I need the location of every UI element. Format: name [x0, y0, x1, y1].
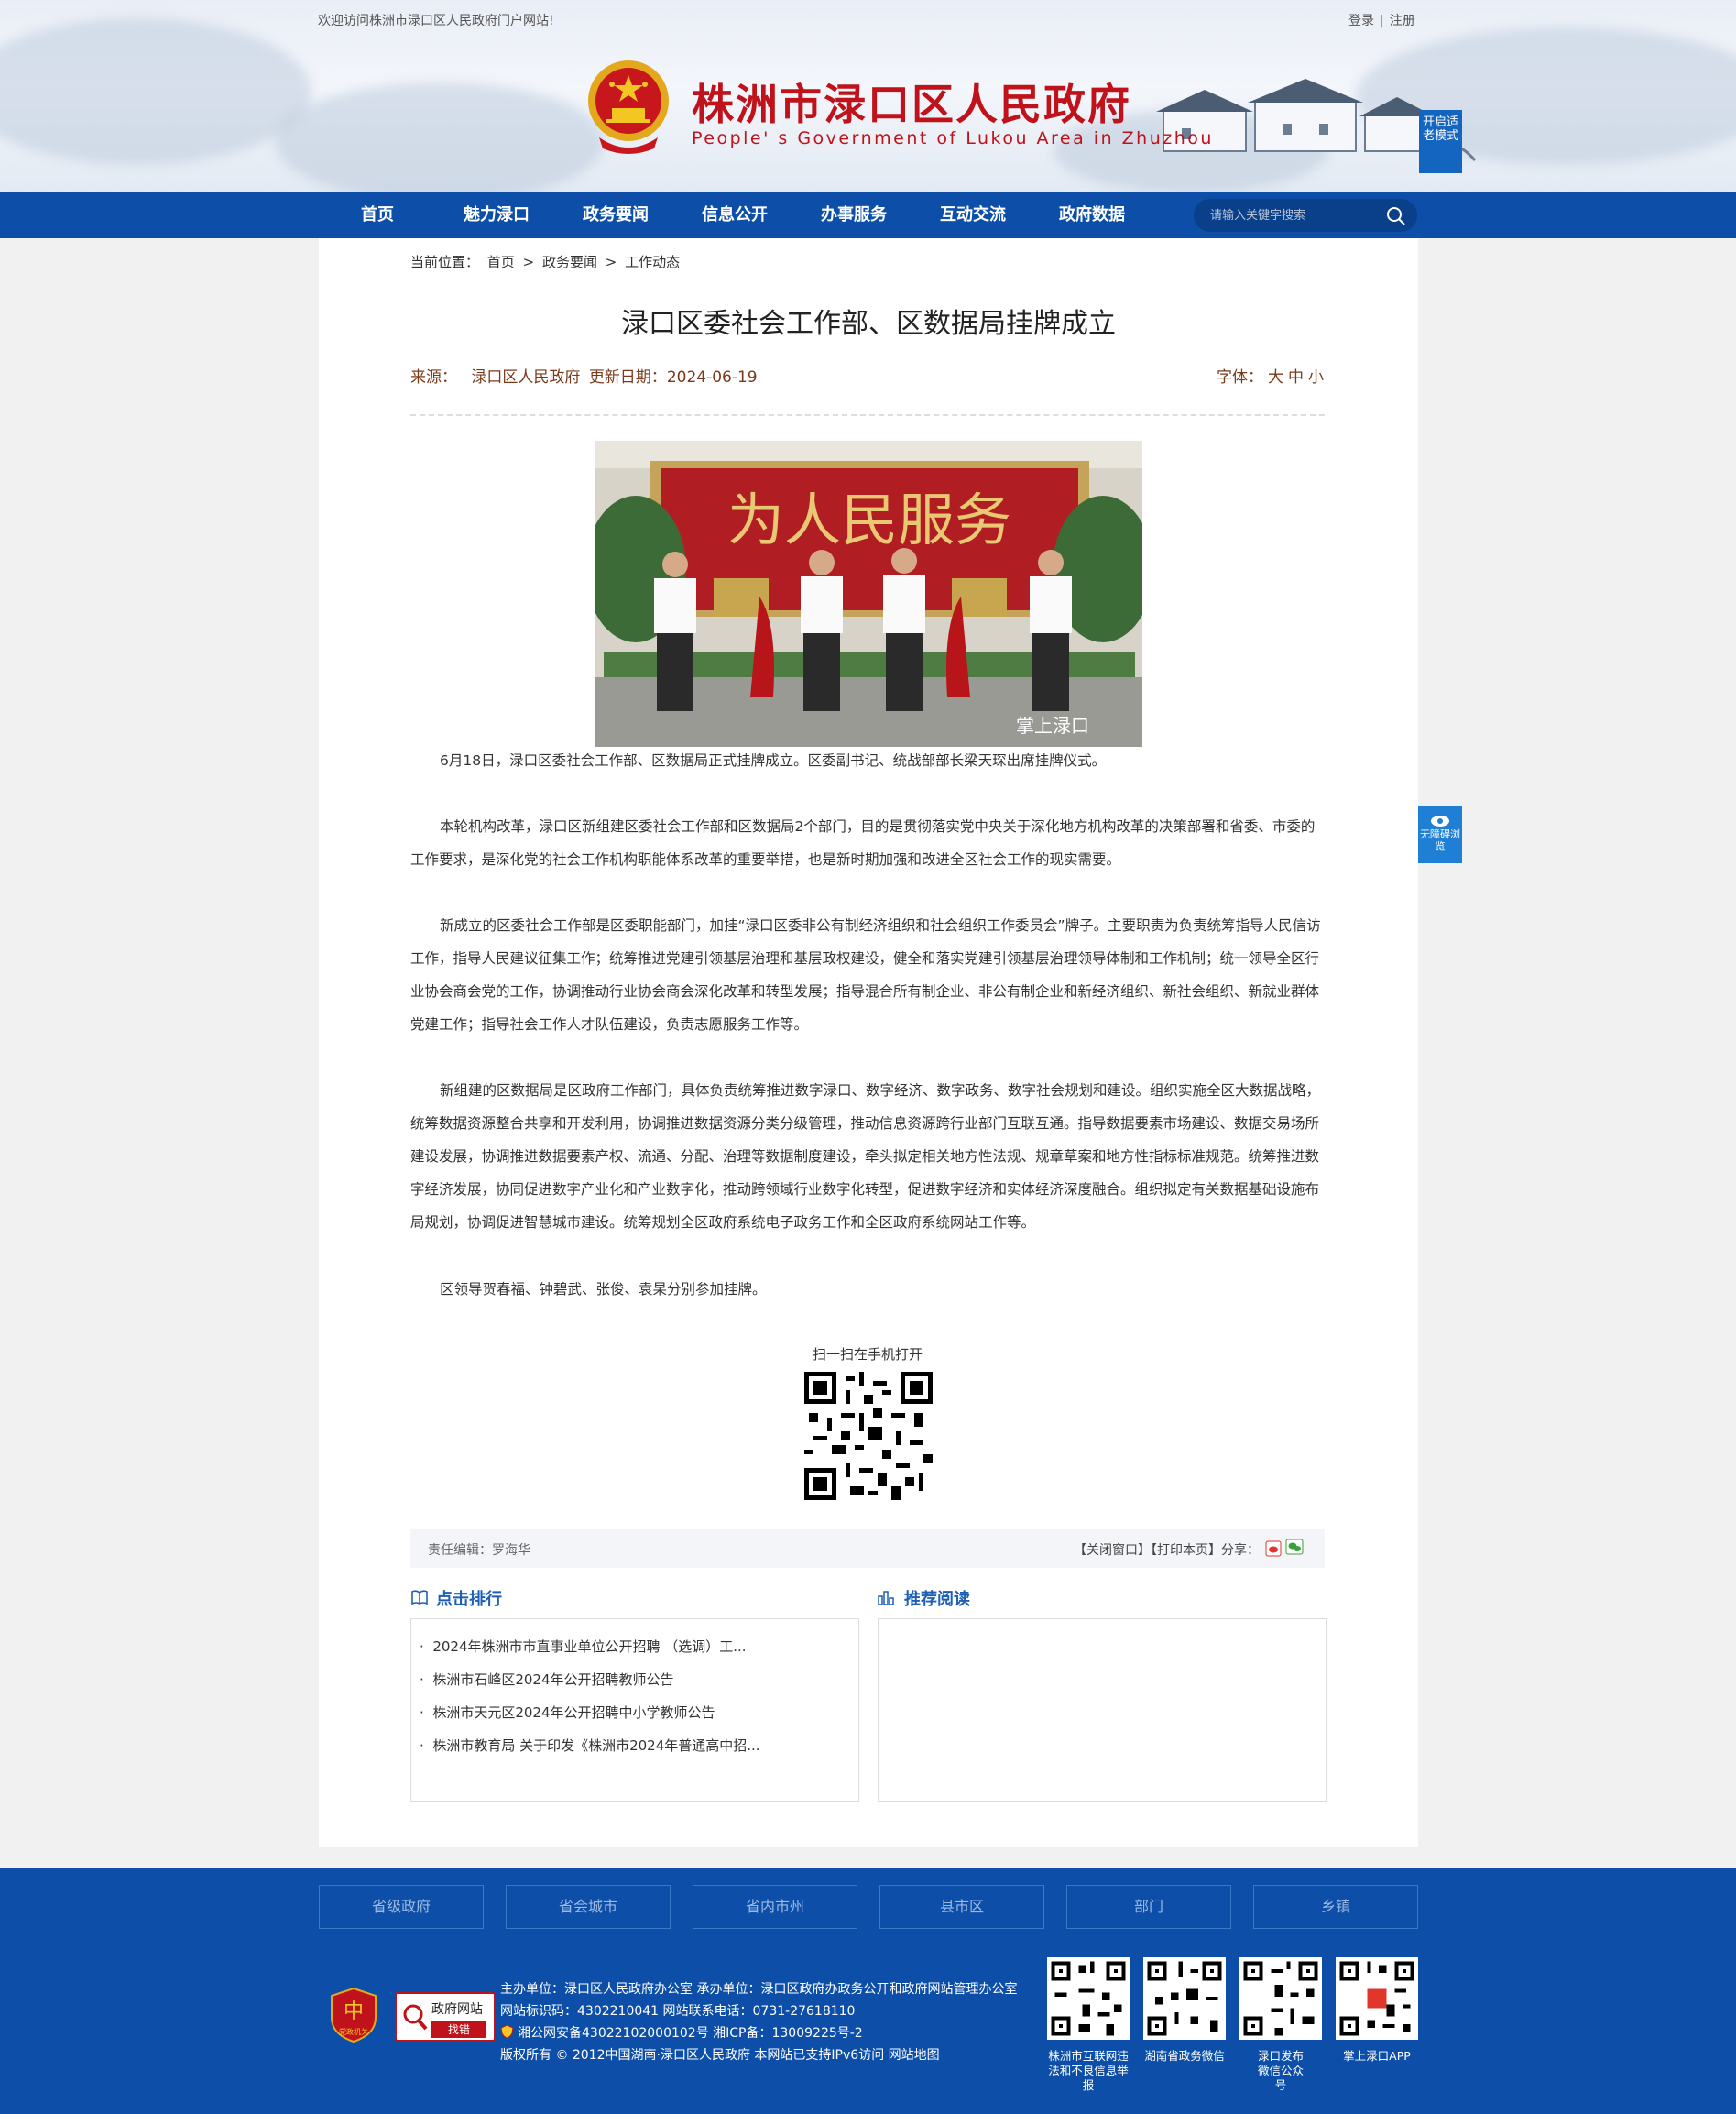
date-label: 更新日期：	[588, 368, 667, 387]
recommend-title: 推荐阅读	[904, 1590, 970, 1609]
source-value: 渌口区人民政府	[471, 368, 581, 387]
footer-qr-caption: 湖南省政务微信	[1144, 2049, 1225, 2063]
user-links: 登录 | 注册	[1348, 14, 1415, 28]
search-input[interactable]	[1210, 206, 1375, 225]
hot-item[interactable]: · 株洲市石峰区2024年公开招聘教师公告	[420, 1670, 674, 1689]
party-gov-badge-icon[interactable]: 中 党政机关	[330, 1987, 377, 2043]
elder-mode-button[interactable]: 开启适老模式	[1419, 110, 1462, 173]
nav-gov-data[interactable]: 政府数据	[1059, 192, 1125, 238]
footer-link-towns[interactable]: 乡镇	[1253, 1885, 1418, 1929]
breadcrumb-sep: >	[522, 254, 535, 270]
editor-name: 罗海华	[492, 1543, 530, 1558]
weibo-share-icon[interactable]	[1265, 1540, 1282, 1557]
editor-info: 责任编辑：罗海华	[428, 1540, 530, 1559]
book-icon	[411, 1590, 428, 1605]
footer-qr-caption: 渌口发布微信公众号	[1257, 2049, 1304, 2092]
site-title: 株洲市渌口区人民政府	[692, 80, 1131, 129]
photo-red-wall-calligraphy: 为人民服务	[727, 487, 1011, 553]
footer-qr-app	[1336, 1957, 1418, 2040]
article-qr-code	[804, 1372, 933, 1500]
nav-services[interactable]: 办事服务	[821, 192, 887, 238]
hot-ranking-title: 点击排行	[436, 1590, 502, 1609]
date-value: 2024-06-19	[666, 368, 758, 387]
main-nav: 首页 魅力渌口 政务要闻 信息公开 办事服务 互动交流 政府数据	[0, 192, 1736, 238]
footer-organizer: 主办单位：渌口区人民政府办公室 承办单位：渌口区政府办政务公开和政府网站管理办公…	[500, 1982, 1018, 1997]
font-medium[interactable]: 中	[1288, 368, 1304, 387]
print-page-link[interactable]: 【打印本页】	[1151, 1543, 1221, 1558]
font-label: 字体：	[1217, 368, 1263, 387]
source-label: 来源：	[410, 368, 457, 387]
article-paragraph: 新成立的区委社会工作部是区委职能部门，加挂“渌口区委非公有制经济组织和社会组织工…	[410, 917, 1321, 1033]
nav-info-public[interactable]: 信息公开	[702, 192, 768, 238]
national-emblem-icon	[588, 60, 669, 154]
eye-icon	[1431, 816, 1449, 827]
nav-home[interactable]: 首页	[361, 192, 394, 238]
font-large[interactable]: 大	[1268, 368, 1283, 387]
share-label: 分享：	[1221, 1543, 1260, 1558]
footer-icp[interactable]: 湘公网安备43022102000102号 湘ICP备：13009225号-2	[518, 2023, 863, 2042]
qr-label: 扫一扫在手机打开	[812, 1346, 923, 1363]
footer-site-id: 网站标识码：4302210041 网站联系电话：0731-27618110	[500, 2004, 856, 2019]
footer-link-departments[interactable]: 部门	[1066, 1885, 1231, 1929]
nav-charm[interactable]: 魅力渌口	[464, 192, 530, 238]
footer-qr-caption: 株洲市互联网违法和不良信息举报	[1048, 2049, 1129, 2092]
article-paragraph: 本轮机构改革，渌口区新组建区委社会工作部和区数据局2个部门，目的是贯彻落实党中央…	[410, 818, 1316, 868]
hot-item[interactable]: · 2024年株洲市市直事业单位公开招聘 （选调）工...	[420, 1637, 747, 1656]
breadcrumb-work[interactable]: 工作动态	[625, 254, 680, 270]
footer-link-capital[interactable]: 省会城市	[506, 1885, 671, 1929]
article-paragraph: 6月18日，渌口区委社会工作部、区数据局正式挂牌成立。区委副书记、统战部部长梁天…	[440, 752, 1107, 769]
font-small[interactable]: 小	[1308, 368, 1324, 387]
breadcrumb-news[interactable]: 政务要闻	[542, 254, 597, 270]
svg-text:党政机关: 党政机关	[339, 2027, 368, 2036]
hot-item[interactable]: · 株洲市天元区2024年公开招聘中小学教师公告	[420, 1703, 715, 1722]
login-link[interactable]: 登录	[1348, 14, 1374, 28]
bar-chart-icon	[878, 1591, 894, 1605]
article-paragraph: 区领导贺春福、钟碧武、张俊、袁杲分别参加挂牌。	[440, 1281, 767, 1298]
welcome-text: 欢迎访问株洲市渌口区人民政府门户网站!	[318, 14, 554, 28]
footer-qr-lukou-wechat	[1239, 1957, 1322, 2040]
breadcrumb-home[interactable]: 首页	[487, 254, 515, 270]
find-error-button: 找错	[431, 2021, 486, 2038]
recommend-box	[878, 1618, 1327, 1802]
article-ops: 【关闭窗口】【打印本页】分享：	[1074, 1540, 1260, 1559]
photo-watermark: 掌上渌口	[1016, 715, 1089, 737]
find-error-title: 政府网站	[431, 2002, 483, 2017]
find-error-badge[interactable]: 政府网站 找错	[395, 1992, 496, 2042]
share-icons	[1265, 1539, 1304, 1557]
breadcrumb-sep: >	[605, 254, 617, 270]
divider	[410, 414, 1325, 416]
site-subtitle: People' s Government of Lukou Area in Zh…	[692, 128, 1214, 148]
register-link[interactable]: 注册	[1390, 14, 1415, 28]
footer-qr-hunan-wechat	[1143, 1957, 1226, 2040]
search-box	[1194, 199, 1417, 232]
hot-item[interactable]: · 株洲市教育局 关于印发《株洲市2024年普通高中招...	[420, 1736, 760, 1755]
article-photo: 为人民服务 掌上渌口	[595, 441, 1142, 747]
footer-link-province[interactable]: 省级政府	[319, 1885, 484, 1929]
footer-link-counties[interactable]: 县市区	[879, 1885, 1044, 1929]
close-window-link[interactable]: 【关闭窗口】	[1074, 1543, 1151, 1558]
footer-qr-report	[1047, 1957, 1130, 2040]
search-icon[interactable]	[1385, 205, 1407, 227]
article-meta: 来源： 渌口区人民政府 更新日期：2024-06-19	[410, 364, 758, 387]
font-size-switch: 字体： 大中小	[1217, 364, 1324, 387]
magnifier-icon	[403, 2004, 428, 2031]
breadcrumb-label: 当前位置：	[410, 254, 480, 270]
article-title: 渌口区委社会工作部、区数据局挂牌成立	[621, 308, 1116, 340]
footer-qr-caption: 掌上渌口APP	[1343, 2049, 1411, 2063]
footer-link-cities[interactable]: 省内市州	[693, 1885, 857, 1929]
nav-news[interactable]: 政务要闻	[583, 192, 649, 238]
footer-copyright: 版权所有 © 2012中国湖南·渌口区人民政府 本网站已支持IPv6访问 网站地…	[500, 2048, 940, 2063]
editor-label: 责任编辑：	[428, 1543, 492, 1558]
police-badge-icon	[500, 2024, 514, 2039]
article-paragraph: 新组建的区数据局是区政府工作部门，具体负责统筹推进数字渌口、数字经济、数字政务、…	[410, 1082, 1321, 1231]
wechat-share-icon[interactable]	[1285, 1539, 1304, 1555]
breadcrumb: 当前位置： 首页 > 政务要闻 > 工作动态	[410, 252, 683, 271]
nav-interaction[interactable]: 互动交流	[940, 192, 1006, 238]
svg-text:中: 中	[344, 2000, 364, 2023]
